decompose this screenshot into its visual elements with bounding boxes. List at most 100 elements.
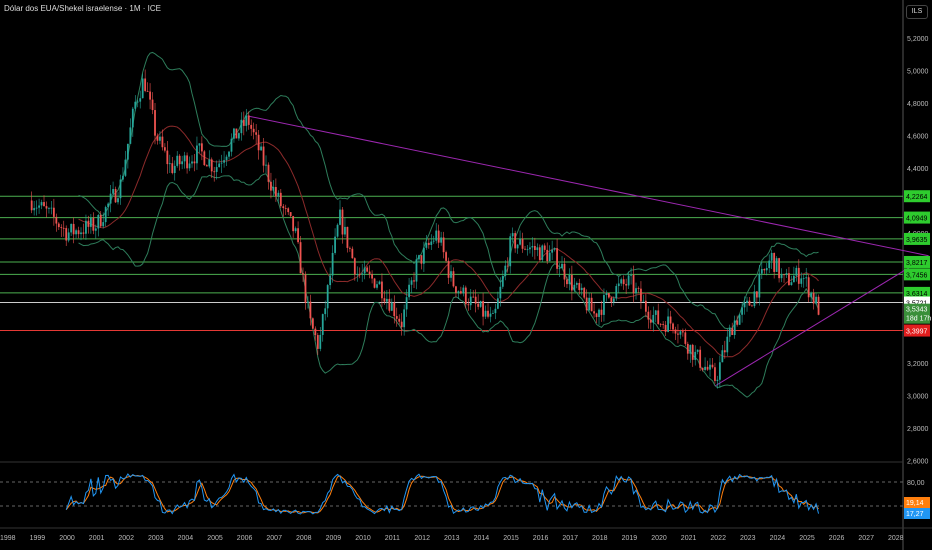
candle (551, 240, 554, 261)
candle (181, 155, 184, 170)
candle (144, 69, 147, 93)
candle (321, 313, 324, 342)
x-tick-label: 2016 (533, 535, 549, 542)
level-label-text: 3,8217 (906, 260, 928, 267)
candle (595, 312, 598, 324)
x-tick-label: 2022 (710, 535, 726, 542)
candle-body (817, 296, 820, 315)
candle-body (225, 156, 228, 161)
last-price-label: 3,5343 18d 17h (904, 303, 931, 324)
candle (649, 310, 652, 330)
candle (450, 264, 452, 282)
candle (198, 143, 201, 153)
candle (684, 328, 687, 346)
candle (462, 284, 465, 297)
candle-body (240, 119, 243, 134)
candle (43, 195, 45, 207)
candle-body (748, 300, 751, 306)
candle-body (585, 297, 588, 311)
candle (220, 154, 223, 174)
candle-body (413, 280, 415, 282)
candle-body (573, 284, 576, 291)
candle-body (588, 297, 591, 311)
candle (77, 226, 80, 239)
candle (196, 136, 198, 170)
x-tick-label: 2025 (799, 535, 815, 542)
candle (267, 162, 270, 190)
candle-body (191, 161, 193, 164)
candle-body (186, 155, 188, 169)
candle-body (640, 288, 642, 302)
candle (479, 300, 482, 308)
candle (292, 215, 295, 238)
candle-body (548, 252, 551, 262)
price-chart[interactable]: 5,20005,00004,80004,60004,40004,00003,20… (0, 0, 932, 550)
candle (163, 143, 166, 153)
candle (681, 328, 684, 337)
candle (117, 192, 119, 205)
candle (501, 270, 504, 289)
candle-body (741, 307, 743, 315)
candle-body (346, 226, 349, 248)
candle (622, 275, 625, 290)
candle-body (657, 310, 660, 324)
candle (218, 159, 221, 168)
candle (637, 286, 640, 294)
candle (494, 303, 497, 320)
candle-body (736, 320, 739, 325)
candle-body (482, 300, 484, 317)
candle (240, 112, 243, 141)
candle (570, 265, 573, 301)
candle-body (570, 274, 573, 291)
candle (186, 152, 188, 174)
candle-body (381, 281, 383, 299)
candle-body (714, 367, 716, 381)
candle-body (139, 98, 142, 102)
candle-body (472, 296, 475, 298)
level-label-text: 4,0949 (906, 216, 928, 223)
candle-body (307, 301, 309, 303)
y-tick-label: 5,0000 (907, 69, 929, 76)
candle-body (284, 208, 287, 209)
candle-body (575, 282, 578, 285)
candle (785, 268, 788, 279)
candle (617, 276, 620, 293)
candle-body (65, 228, 68, 241)
candle-body (644, 300, 647, 312)
candle-body (136, 101, 139, 103)
candle (489, 306, 492, 323)
trendline (247, 115, 929, 257)
candle-body (615, 286, 618, 299)
candle-body (514, 233, 517, 249)
candle (815, 293, 817, 305)
candle (371, 270, 373, 284)
candle-body (104, 207, 107, 223)
candle-body (390, 302, 393, 311)
candle-body (659, 323, 662, 325)
candle-body (255, 132, 258, 135)
candle (250, 119, 253, 136)
candle-body (768, 260, 771, 269)
candle (400, 313, 403, 336)
candle (410, 277, 413, 294)
candle-body (445, 252, 447, 261)
candle-body (393, 302, 396, 317)
candle (228, 150, 230, 160)
candle (363, 260, 366, 280)
x-tick-label: 2004 (178, 535, 194, 542)
candle (70, 223, 73, 236)
candle-body (403, 309, 406, 328)
candle-body (163, 147, 166, 151)
candle (272, 180, 275, 196)
candle (487, 303, 489, 319)
candle (418, 254, 420, 262)
candle (654, 309, 657, 323)
candle-body (459, 291, 462, 294)
candle-body (770, 252, 773, 261)
candle (430, 234, 433, 250)
stoch-value-text: 17,27 (906, 511, 924, 518)
candle (524, 245, 526, 251)
candle (625, 278, 628, 295)
candle (398, 314, 401, 325)
candle (509, 233, 512, 274)
